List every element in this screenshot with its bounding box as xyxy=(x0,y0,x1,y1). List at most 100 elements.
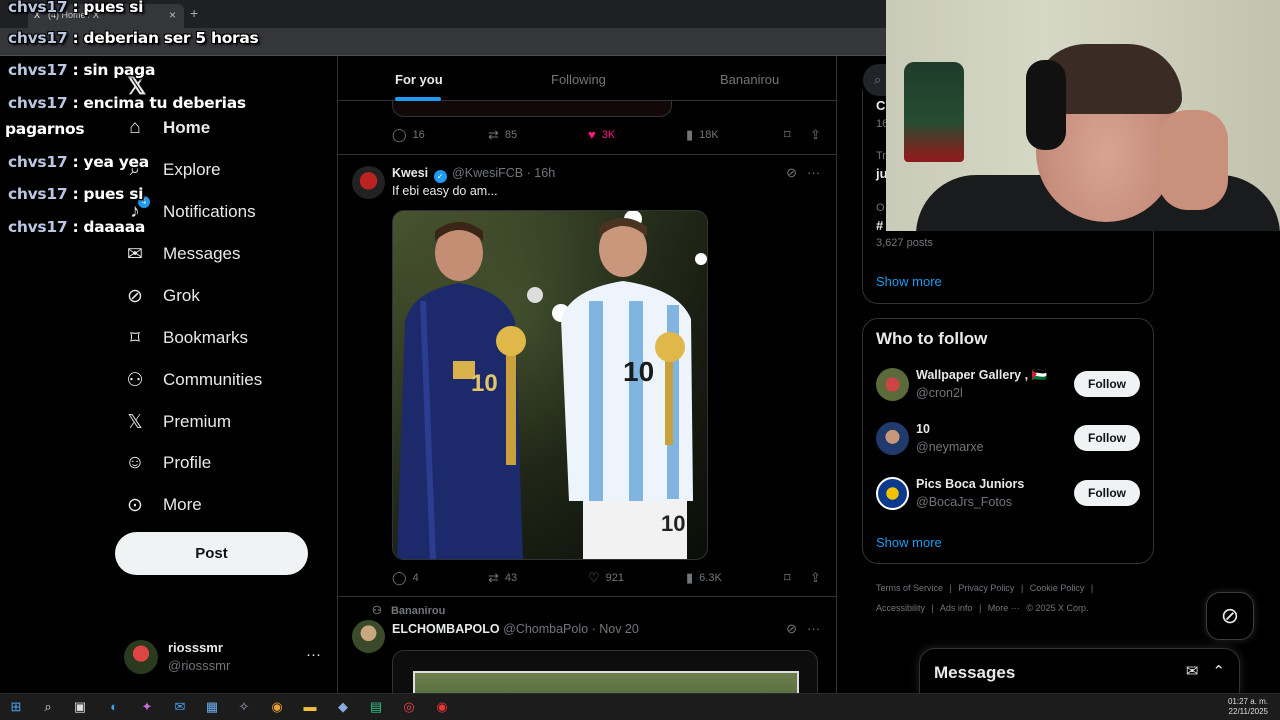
grok-icon[interactable]: ⊘ xyxy=(786,621,797,636)
chat-text: : yea yea xyxy=(72,153,149,171)
hanging-shirt xyxy=(904,62,964,162)
tweet-tools: ⊘ ··· xyxy=(776,165,820,181)
bookmark-icon: ⌑ xyxy=(784,570,791,585)
heart-icon: ♡ xyxy=(588,570,600,585)
tweet-image[interactable] xyxy=(392,650,818,693)
author-name[interactable]: ELCHOMBAPOLO xyxy=(392,622,500,636)
mail-icon[interactable]: ✉ xyxy=(172,699,188,715)
share-button[interactable]: ⇪ xyxy=(810,570,827,586)
avatar[interactable] xyxy=(876,422,909,455)
nav-item-more[interactable]: ⊙ More xyxy=(124,487,202,523)
nav-item-premium[interactable]: 𝕏 Premium xyxy=(124,404,231,440)
share-button[interactable]: ⇪ xyxy=(810,127,827,143)
views-button[interactable]: ▮ 6.3K xyxy=(686,570,722,586)
nav-item-profile[interactable]: ☺ Profile xyxy=(124,445,211,481)
follow-suggestion[interactable]: 10 @neymarxe Follow xyxy=(876,422,1146,458)
new-tab-icon[interactable]: + xyxy=(190,5,198,21)
footer-links: Accessibility | Ads info | More ··· © 20… xyxy=(876,603,1136,613)
nav-item-messages[interactable]: ✉ Messages xyxy=(124,236,240,272)
svg-text:10: 10 xyxy=(661,511,685,536)
copilot-icon[interactable]: ✦ xyxy=(139,699,155,715)
nav-item-bookmarks[interactable]: ⌑ Bookmarks xyxy=(124,320,248,356)
repost-button[interactable]: ⇄ 43 xyxy=(488,570,517,586)
store-icon[interactable]: ▦ xyxy=(204,699,220,715)
suggestion-name[interactable]: Wallpaper Gallery , 🇵🇸 xyxy=(916,368,1047,383)
tweet-header: Kwesi ✓ @KwesiFCB · 16h xyxy=(392,166,555,183)
repost-context[interactable]: ⚇ Bananirou xyxy=(372,604,445,617)
system-clock[interactable]: 01:27 a. m. 22/11/2025 xyxy=(1228,697,1268,717)
avatar[interactable] xyxy=(352,620,385,653)
chrome-icon[interactable]: ◎ xyxy=(401,699,417,715)
task-view-icon[interactable]: ▣ xyxy=(72,699,88,715)
timeline[interactable]: For you Following Bananirou ◯ 16 ⇄ 85 ♥ 3K … xyxy=(337,56,837,693)
like-button[interactable]: ♡ 921 xyxy=(588,570,624,586)
more-dots-icon[interactable]: ··· xyxy=(306,646,321,663)
verified-badge-icon: ✓ xyxy=(433,170,447,183)
tweet-time[interactable]: Nov 20 xyxy=(599,622,639,636)
grok-button[interactable]: ⊘ xyxy=(1206,592,1254,640)
trend-fragment[interactable]: C xyxy=(876,98,885,113)
author-handle[interactable]: @KwesiFCB xyxy=(452,166,523,180)
brave-icon[interactable]: ◉ xyxy=(269,699,285,715)
obs-icon[interactable]: ◉ xyxy=(434,699,450,715)
follow-button[interactable]: Follow xyxy=(1074,371,1140,397)
follow-button[interactable]: Follow xyxy=(1074,425,1140,451)
account-switcher[interactable]: riosssmr @riosssmr ··· xyxy=(124,638,324,678)
chat-username: chvs17 xyxy=(8,29,68,47)
follow-suggestion[interactable]: Pics Boca Juniors @BocaJrs_Fotos Follow xyxy=(876,477,1146,513)
views-button[interactable]: ▮ 18K xyxy=(686,127,719,143)
divider xyxy=(338,154,836,155)
bookmark-button[interactable]: ⌑ xyxy=(784,127,797,143)
footer-link[interactable]: Ads info xyxy=(940,603,973,613)
tab-bananirou[interactable]: Bananirou xyxy=(720,72,779,87)
file-explorer-icon[interactable]: ▬ xyxy=(302,699,318,715)
more-options-icon[interactable]: ··· xyxy=(807,621,820,636)
suggestion-name[interactable]: Pics Boca Juniors xyxy=(916,477,1024,491)
search-icon[interactable]: ⌕ xyxy=(40,699,56,715)
tab-following[interactable]: Following xyxy=(551,72,606,87)
app-icon[interactable]: ✧ xyxy=(236,699,252,715)
chat-text: : deberian ser 5 horas xyxy=(72,29,259,47)
avatar[interactable] xyxy=(876,368,909,401)
author-handle[interactable]: @ChombaPolo xyxy=(503,622,588,636)
edge-icon[interactable]: ◐ xyxy=(106,699,122,715)
follow-suggestion[interactable]: Wallpaper Gallery , 🇵🇸 @cron2l Follow xyxy=(876,368,1146,404)
chat-message: pagarnos xyxy=(5,120,85,138)
repost-button[interactable]: ⇄ 85 xyxy=(488,127,517,143)
bookmark-button[interactable]: ⌑ xyxy=(784,570,797,586)
tweet-time[interactable]: 16h xyxy=(534,166,555,180)
more-options-icon[interactable]: ··· xyxy=(807,165,820,180)
like-button[interactable]: ♥ 3K xyxy=(588,127,615,142)
reply-button[interactable]: ◯ 16 xyxy=(392,127,425,143)
post-button[interactable]: Post xyxy=(115,532,308,575)
new-message-icon[interactable]: ✉ xyxy=(1186,663,1199,680)
suggestion-name[interactable]: 10 xyxy=(916,422,930,436)
footer-link[interactable]: Accessibility xyxy=(876,603,925,613)
footer-link[interactable]: Terms of Service xyxy=(876,583,943,593)
windows-start-icon[interactable]: ⊞ xyxy=(8,699,24,715)
avatar[interactable] xyxy=(352,166,385,199)
expand-icon[interactable]: ⌃ xyxy=(1212,663,1225,680)
close-tab-icon[interactable]: × xyxy=(169,8,176,22)
avatar[interactable] xyxy=(876,477,909,510)
messages-drawer[interactable]: Messages ✉ ⌃ xyxy=(919,648,1240,693)
grok-icon[interactable]: ⊘ xyxy=(786,165,797,180)
tab-for-you[interactable]: For you xyxy=(395,72,443,87)
tweet-image[interactable]: 10 10 10 xyxy=(392,210,708,560)
footer-link[interactable]: Cookie Policy xyxy=(1030,583,1085,593)
nav-item-home[interactable]: ⌂ Home xyxy=(124,110,210,146)
show-more-suggestions[interactable]: Show more xyxy=(876,535,942,550)
author-name[interactable]: Kwesi xyxy=(392,166,428,180)
share-icon: ⇪ xyxy=(810,127,821,142)
show-more-trends[interactable]: Show more xyxy=(876,274,942,289)
nav-item-communities[interactable]: ⚇ Communities xyxy=(124,362,262,398)
previous-tweet-actions: ◯ 16 ⇄ 85 ♥ 3K ▮ 18K ⌑ ⇪ xyxy=(392,127,832,147)
nav-item-grok[interactable]: ⊘ Grok xyxy=(124,278,200,314)
footer-link[interactable]: Privacy Policy xyxy=(958,583,1014,593)
app-icon[interactable]: ▤ xyxy=(368,699,384,715)
footer-link[interactable]: More ··· xyxy=(988,603,1020,613)
trend-fragment[interactable]: # xyxy=(876,218,883,233)
app-icon[interactable]: ◆ xyxy=(335,699,351,715)
follow-button[interactable]: Follow xyxy=(1074,480,1140,506)
reply-button[interactable]: ◯ 4 xyxy=(392,570,419,586)
